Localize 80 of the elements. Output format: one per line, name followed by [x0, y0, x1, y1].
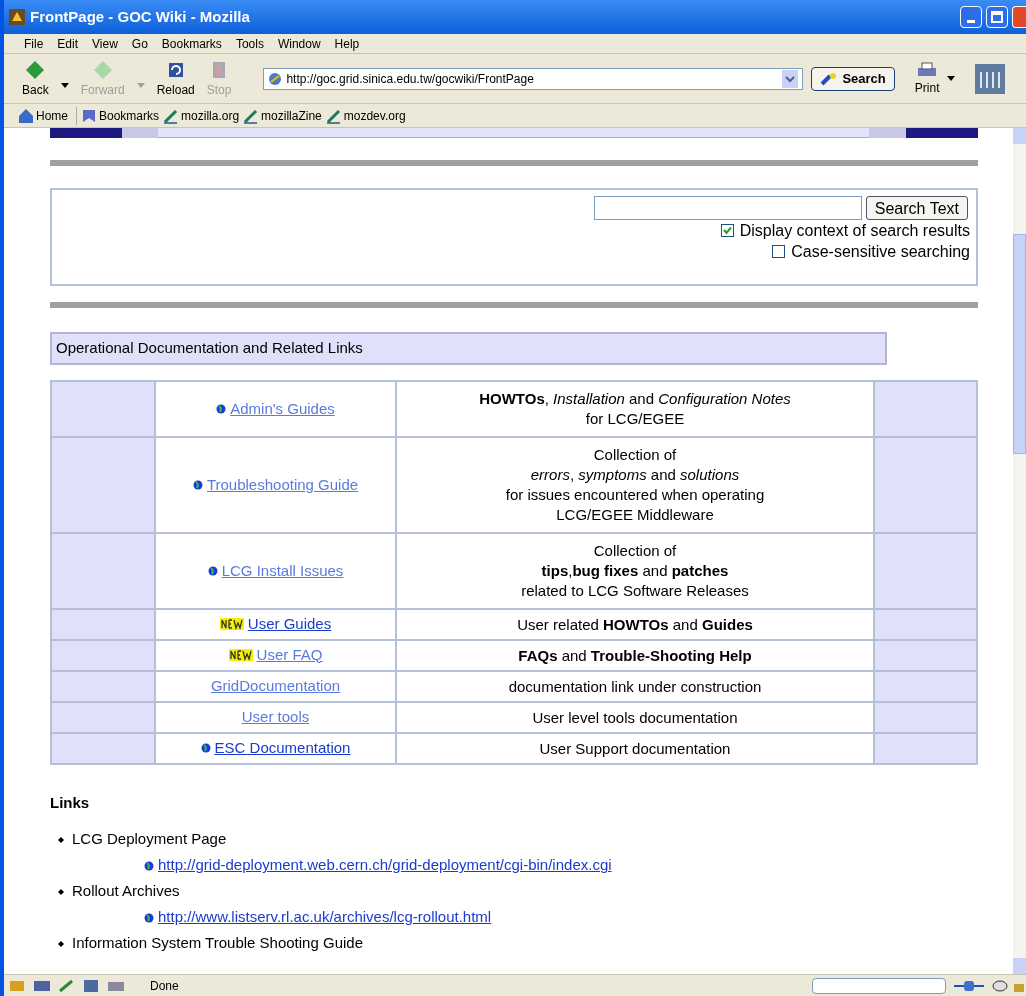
menu-item[interactable]: Tools: [235, 34, 264, 53]
description-text: Collection of: [592, 541, 678, 561]
doc-link[interactable]: LCG Install Issues: [207, 559, 344, 583]
printer-icon: [916, 60, 939, 79]
globe-icon: [200, 743, 211, 754]
description-text: for issues encountered when operating: [504, 485, 766, 505]
bullet-icon: [58, 836, 64, 843]
caret-icon[interactable]: [947, 75, 956, 82]
link-label: Information System Trouble Shooting Guide: [72, 933, 363, 954]
globe-icon: [192, 479, 203, 490]
new-badge-icon: [219, 617, 244, 630]
back-button[interactable]: Back: [18, 58, 53, 99]
menu-item[interactable]: Bookmarks: [161, 34, 222, 53]
globe-icon: [144, 912, 154, 923]
print-button[interactable]: Print: [910, 60, 944, 97]
description-text: tips,bug fixes and patches: [540, 561, 730, 581]
link-label: Rollout Archives: [72, 881, 180, 902]
home-button[interactable]: Home: [18, 106, 77, 125]
checkbox-label: Display context of search results: [739, 220, 970, 241]
description-text: LCG/EGEE Middleware: [555, 505, 715, 525]
close-button[interactable]: [1012, 6, 1026, 28]
menu-item[interactable]: View: [92, 34, 118, 53]
bookmark-icon: [81, 107, 97, 124]
url-link[interactable]: http://www.listserv.rl.ac.uk/archives/lcg-rollout.html: [144, 904, 492, 931]
section-heading: Operational Documentation and Related Links: [50, 332, 887, 365]
description-text: for LCG/EGEE: [584, 409, 686, 429]
checkbox-label: Case-sensitive searching: [791, 241, 970, 262]
status-text: Done: [149, 977, 180, 995]
dropdown-icon[interactable]: [782, 69, 799, 88]
doc-link[interactable]: Troubleshooting Guide: [192, 473, 359, 497]
menu-item[interactable]: Help: [334, 34, 360, 53]
checkbox[interactable]: [772, 245, 786, 258]
bookmark-link[interactable]: mozilla.org: [163, 106, 240, 125]
back-icon: [24, 58, 47, 81]
menu-item[interactable]: Edit: [57, 34, 79, 53]
description-text: related to LCG Software Releases: [520, 581, 750, 601]
menu-item[interactable]: Window: [277, 34, 321, 53]
maximize-button[interactable]: [986, 6, 1008, 28]
bookmarks-button[interactable]: Bookmarks: [81, 106, 160, 125]
description-text: User level tools documentation: [531, 707, 739, 728]
link-label: LCG Deployment Page: [72, 829, 227, 850]
description-text: User related HOWTOs and Guides: [516, 614, 754, 635]
search-text-button[interactable]: Search Text: [865, 196, 968, 220]
globe-icon: [207, 565, 218, 576]
bullet-icon: [58, 888, 64, 895]
connection-icon: [954, 978, 984, 993]
bookmark-link[interactable]: mozillaZine: [243, 106, 322, 125]
bookmark-link[interactable]: mozdev.org: [325, 106, 406, 125]
pen-icon: [243, 107, 260, 124]
pen-icon: [325, 107, 342, 124]
search-icon: [820, 71, 839, 86]
globe-icon: [216, 403, 227, 414]
checkbox[interactable]: [720, 224, 734, 237]
minimize-button[interactable]: [960, 6, 982, 28]
new-badge-icon: [228, 648, 253, 661]
description-text: Collection of: [592, 445, 678, 465]
reload-button[interactable]: Reload: [152, 58, 199, 99]
home-icon: [18, 107, 34, 124]
throbber-logo: [975, 63, 1006, 94]
search-button[interactable]: Search: [811, 66, 895, 91]
address-field[interactable]: http://goc.grid.sinica.edu.tw/gocwiki/FrontPage: [263, 67, 804, 90]
menu-item[interactable]: Go: [131, 34, 148, 53]
url-link[interactable]: http://grid-deployment.web.cern.ch/grid-deployment/cgi-bin/index.cgi: [144, 852, 612, 879]
scrollbar[interactable]: [1013, 128, 1026, 974]
window-title: FrontPage - GOC Wiki - Mozilla: [30, 6, 251, 27]
description-text: FAQs and Trouble-Shooting Help: [517, 645, 753, 666]
app-icon: [8, 8, 26, 26]
search-input[interactable]: [593, 196, 862, 220]
links-heading: Links: [50, 793, 91, 813]
pen-icon: [163, 107, 180, 124]
description-text: errors, symptoms and solutions: [529, 465, 741, 485]
globe-icon: [144, 860, 154, 871]
page-icon: [268, 71, 283, 86]
description-text: User Support documentation: [538, 738, 732, 759]
caret-icon[interactable]: [60, 82, 69, 89]
description-text: HOWTOs, Installation and Configuration Notes: [478, 389, 792, 409]
menu-item[interactable]: File: [24, 34, 44, 53]
lock-icon: [992, 978, 1026, 993]
description-text: documentation link under construction: [507, 676, 763, 697]
bullet-icon: [58, 940, 64, 947]
